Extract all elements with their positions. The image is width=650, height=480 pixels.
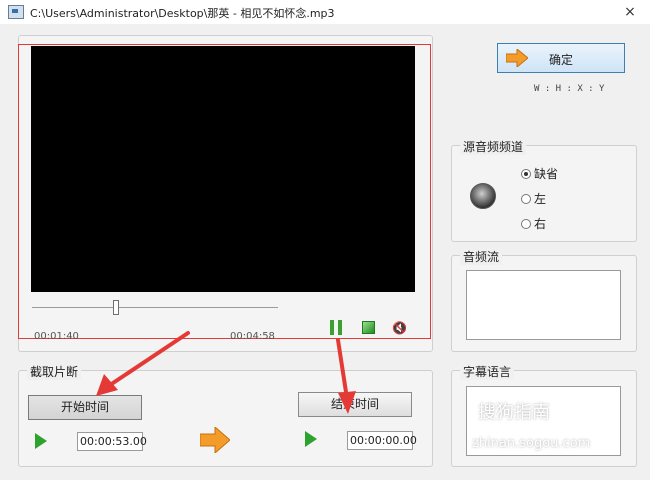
end-time-button[interactable]: 结束时间 xyxy=(298,392,412,417)
confirm-button[interactable]: 确定 xyxy=(497,43,625,73)
audio-channel-label: 源音频频道 xyxy=(460,138,527,155)
seek-thumb[interactable] xyxy=(113,300,119,315)
app-icon xyxy=(8,5,24,19)
seek-bar[interactable] xyxy=(32,307,278,308)
play-icon[interactable] xyxy=(305,431,317,447)
watermark-url: zhinan.sogou.com xyxy=(472,436,591,451)
speaker-icon xyxy=(470,183,496,209)
close-icon[interactable]: × xyxy=(620,3,640,21)
subtitle-label: 字幕语言 xyxy=(460,363,515,380)
audio-stream-list[interactable] xyxy=(466,270,621,340)
radio-right[interactable]: 右 xyxy=(521,215,546,232)
total-time: 00:04:58 xyxy=(230,331,275,342)
radio-dot[interactable] xyxy=(521,194,531,204)
pause-icon[interactable] xyxy=(330,320,343,335)
mute-icon[interactable]: 🔇 xyxy=(392,321,407,335)
stop-icon[interactable] xyxy=(362,321,375,334)
radio-left[interactable]: 左 xyxy=(521,190,546,207)
radio-default[interactable]: 缺省 xyxy=(521,165,558,182)
start-time-field[interactable]: 00:00:53.00 xyxy=(77,432,147,451)
window-title: C:\Users\Administrator\Desktop\那英 - 相见不如… xyxy=(30,7,335,20)
start-time-button[interactable]: 开始时间 xyxy=(28,395,142,420)
confirm-label: 确定 xyxy=(548,53,573,67)
title-bar: C:\Users\Administrator\Desktop\那英 - 相见不如… xyxy=(0,0,650,24)
current-time: 00:01:40 xyxy=(34,331,79,342)
watermark-logo: 搜狗指南 xyxy=(478,402,550,423)
app-window: C:\Users\Administrator\Desktop\那英 - 相见不如… xyxy=(0,0,650,480)
video-display[interactable] xyxy=(31,46,415,292)
play-icon[interactable] xyxy=(35,433,47,449)
audio-stream-label: 音频流 xyxy=(460,248,503,265)
clip-group-label: 截取片断 xyxy=(27,363,82,380)
end-time-field[interactable]: 00:00:00.00 xyxy=(347,431,417,450)
arrow-right-icon xyxy=(200,427,230,453)
shortcut-hint: W : H : X : Y xyxy=(534,84,605,94)
radio-dot[interactable] xyxy=(521,169,531,179)
radio-dot[interactable] xyxy=(521,219,531,229)
